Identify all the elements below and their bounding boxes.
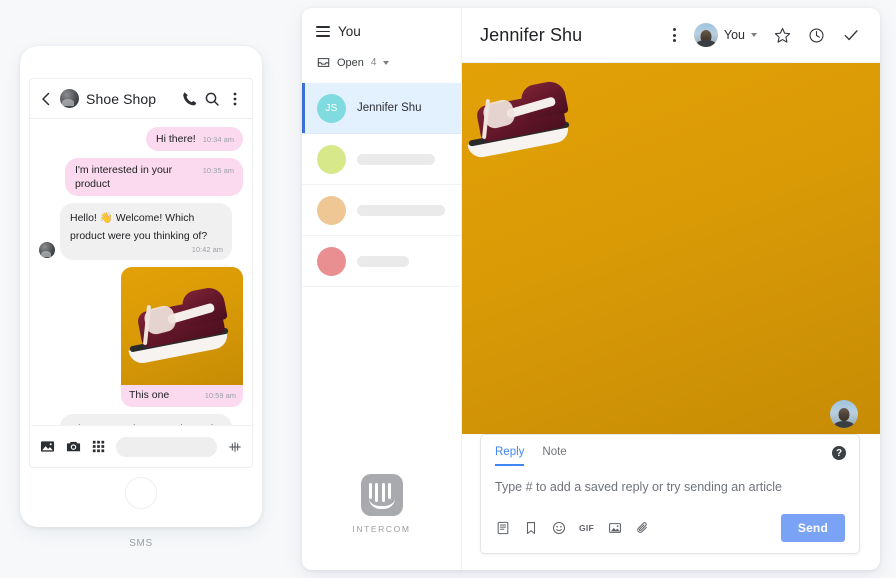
sms-bubble-incoming: Hello! 👋 Welcome! Which product were you… (60, 203, 232, 260)
message-thread: JS Hi there! I'm interested in your prod… (462, 63, 880, 434)
phone-mockup: Shoe Shop Hi there! 10:34 am (20, 46, 262, 527)
inbox-header: You (302, 8, 461, 39)
more-vertical-icon[interactable] (673, 28, 676, 42)
composer-toolbar: GIF Send (481, 514, 859, 553)
avatar (317, 196, 346, 225)
sms-bubble-outgoing: Hi there! 10:34 am (146, 127, 243, 151)
sms-message-time: 10:34 am (203, 135, 234, 144)
intercom-branding: INTERCOM (302, 474, 461, 570)
sms-contact-name: Shoe Shop (86, 91, 174, 107)
assignee-label: You (724, 28, 745, 42)
inbox-filter-count: 4 (371, 57, 377, 68)
conversation-list: JS Jennifer Shu (302, 83, 461, 287)
composer-tabs: Reply Note (481, 435, 859, 466)
sms-message-text: Hello! 👋 Welcome! Which product were you… (70, 212, 207, 242)
send-button[interactable]: Send (781, 514, 845, 542)
chevron-down-icon[interactable] (383, 61, 389, 65)
sms-message-list: Hi there! 10:34 am I'm interested in you… (30, 119, 252, 467)
gif-icon[interactable]: GIF (579, 521, 594, 536)
message-scroll: JS Hi there! I'm interested in your prod… (462, 63, 880, 434)
chevron-left-icon[interactable] (39, 91, 53, 107)
attachment-icon[interactable] (635, 521, 650, 536)
agent-photo-avatar (694, 23, 718, 47)
page-title: Jennifer Shu (480, 25, 656, 46)
list-item[interactable]: JS Jennifer Shu (302, 83, 461, 134)
assignee-selector[interactable]: You (694, 23, 757, 47)
product-image[interactable] (121, 267, 243, 385)
avatar (317, 247, 346, 276)
sms-message: I'm interested in your product 10:35 am (39, 158, 243, 196)
hamburger-icon[interactable] (316, 26, 330, 37)
sms-message-time: 10:35 am (203, 166, 234, 175)
avatar (317, 145, 346, 174)
audio-send-icon[interactable] (228, 440, 242, 454)
reply-input[interactable]: Type # to add a saved reply or try sendi… (481, 466, 859, 514)
sms-bubble-image[interactable]: This one 10:59 am (121, 267, 243, 407)
article-bookmark-icon[interactable] (523, 521, 538, 536)
platform-label: SMS (20, 538, 262, 549)
avatar-initials: JS (325, 103, 337, 114)
agent-photo-avatar (830, 400, 858, 428)
placeholder-bar (357, 205, 445, 216)
inbox-filter-label: Open (337, 57, 364, 69)
avatar: JS (317, 94, 346, 123)
intercom-wordmark: INTERCOM (352, 524, 410, 534)
sms-message: This one 10:59 am (39, 267, 243, 407)
help-icon[interactable]: ? (832, 446, 846, 460)
intercom-app-window: You Open 4 JS Jennifer Shu (302, 8, 880, 570)
image-icon[interactable] (607, 521, 622, 536)
tab-reply[interactable]: Reply (495, 446, 524, 466)
emoji-icon[interactable] (551, 521, 566, 536)
conversation-panel: Jennifer Shu You (462, 8, 880, 570)
phone-icon[interactable] (181, 91, 197, 107)
inbox-owner-label: You (338, 24, 361, 39)
sms-composer (30, 425, 252, 467)
placeholder-bar (357, 154, 435, 165)
list-item[interactable] (302, 236, 461, 287)
inbox-sidebar: You Open 4 JS Jennifer Shu (302, 8, 462, 570)
sms-message: Hi there! 10:34 am (39, 127, 243, 151)
apps-grid-icon[interactable] (92, 440, 105, 453)
placeholder-bar (357, 256, 409, 267)
reply-composer: Reply Note ? Type # to add a saved reply… (480, 434, 860, 554)
list-item[interactable] (302, 185, 461, 236)
camera-icon[interactable] (66, 439, 81, 454)
saved-reply-icon[interactable] (495, 521, 510, 536)
sms-message-text: Hi there! (156, 132, 196, 146)
sms-message-time: 10:59 am (205, 391, 236, 400)
list-item[interactable] (302, 134, 461, 185)
phone-screen: Shoe Shop Hi there! 10:34 am (29, 78, 253, 468)
inbox-icon (317, 56, 330, 69)
sms-message-time: 10:42 am (70, 245, 223, 254)
tab-note[interactable]: Note (542, 446, 566, 466)
sms-text-input[interactable] (116, 437, 217, 457)
clock-icon[interactable] (808, 27, 825, 44)
sms-message: Hello! 👋 Welcome! Which product were you… (39, 203, 243, 260)
image-icon[interactable] (40, 439, 55, 454)
table-row (480, 270, 858, 388)
check-icon[interactable] (842, 26, 860, 44)
product-image[interactable] (517, 270, 635, 388)
sms-header: Shoe Shop (30, 79, 252, 119)
sms-message-text: I'm interested in your product (75, 163, 196, 191)
inbox-filter[interactable]: Open 4 (302, 39, 461, 69)
more-vertical-icon[interactable] (227, 91, 243, 107)
shop-avatar (60, 89, 79, 108)
chevron-down-icon[interactable] (751, 33, 757, 37)
composer-area: Reply Note ? Type # to add a saved reply… (462, 434, 880, 570)
intercom-logo-icon (361, 474, 403, 516)
sms-message-text: This one (129, 388, 169, 402)
conversation-name: Jennifer Shu (357, 102, 422, 114)
star-icon[interactable] (774, 27, 791, 44)
sms-bubble-outgoing: I'm interested in your product 10:35 am (65, 158, 243, 196)
avatar (39, 242, 55, 258)
phone-home-button[interactable] (125, 477, 157, 509)
search-icon[interactable] (204, 91, 220, 107)
screenshot-stage: Shoe Shop Hi there! 10:34 am (0, 0, 896, 578)
conversation-header: Jennifer Shu You (462, 8, 880, 63)
